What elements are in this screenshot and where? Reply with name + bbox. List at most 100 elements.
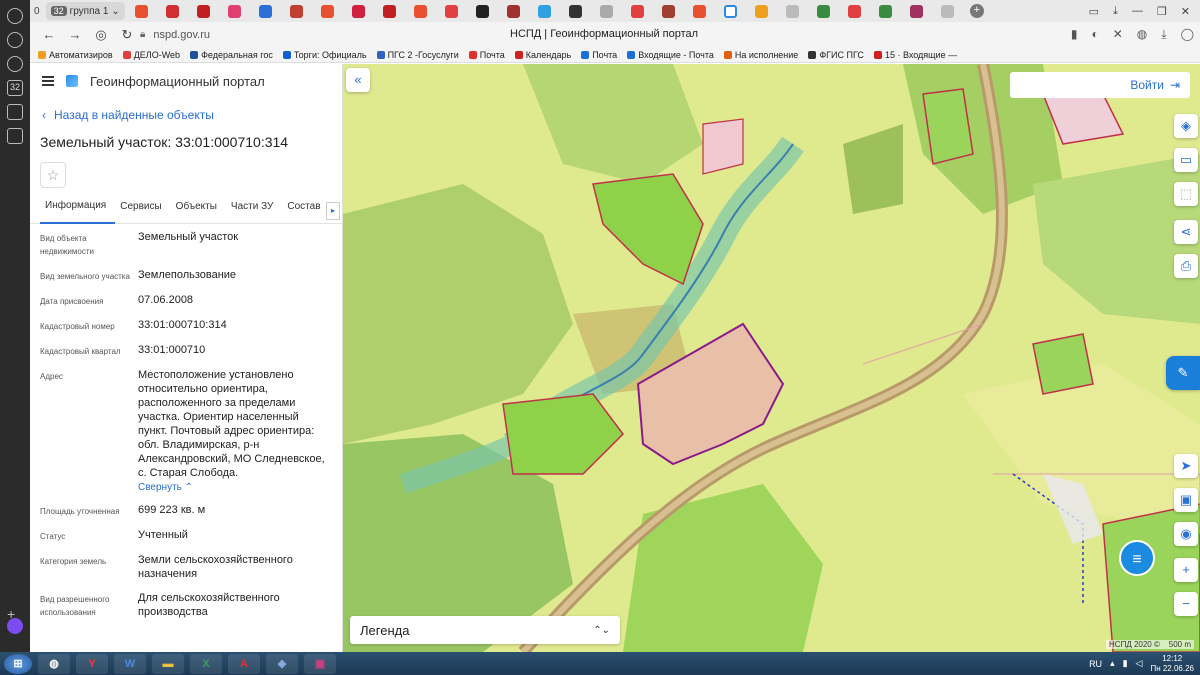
- tab-counter-icon[interactable]: 0: [34, 6, 40, 17]
- back-to-results-link[interactable]: ‹ Назад в найденные объекты: [42, 108, 342, 122]
- bookmark-item[interactable]: Календарь: [514, 50, 571, 60]
- tab-favicon[interactable]: [506, 4, 520, 18]
- yandex-browser-icon[interactable]: Y: [76, 653, 108, 674]
- tab-favicon[interactable]: [909, 4, 923, 18]
- tab-favicon[interactable]: [785, 4, 799, 18]
- basemap-icon[interactable]: ▣: [1174, 488, 1198, 512]
- tab-services[interactable]: Сервисы: [115, 198, 170, 224]
- tab-favicon[interactable]: [196, 4, 210, 18]
- collapse-link[interactable]: Свернуть ⌃: [138, 482, 328, 493]
- start-button[interactable]: ⊞: [4, 653, 32, 674]
- apps-icon[interactable]: [7, 104, 23, 120]
- tab-favicon[interactable]: [816, 4, 830, 18]
- tab-composition[interactable]: Состав: [282, 198, 329, 224]
- excel-icon[interactable]: X: [190, 653, 222, 674]
- alice-assistant-icon[interactable]: [7, 618, 23, 634]
- tab-favicon[interactable]: [134, 4, 148, 18]
- back-icon[interactable]: ←: [36, 27, 62, 42]
- clock[interactable]: 12:12 Пн 22.06.26: [1150, 654, 1194, 674]
- legend-dropdown[interactable]: Легенда ⌃⌄: [350, 616, 620, 644]
- zoom-in-button[interactable]: +: [1174, 558, 1198, 582]
- tab-favicon[interactable]: [444, 4, 458, 18]
- tab-favicon[interactable]: [289, 4, 303, 18]
- tab-group[interactable]: 32 группа 1 ⌄: [45, 2, 125, 20]
- bookmark-item[interactable]: ДЕЛО-Web: [122, 50, 180, 60]
- tab-objects[interactable]: Объекты: [171, 198, 226, 224]
- bookmark-item[interactable]: ПГС 2 -Госуслуги: [376, 50, 459, 60]
- profile-icon[interactable]: [7, 8, 23, 24]
- collapse-panel-button[interactable]: «: [346, 68, 370, 92]
- tab-favicon[interactable]: [847, 4, 861, 18]
- geolocation-icon[interactable]: ➤: [1174, 454, 1198, 478]
- save-app-icon[interactable]: ▣: [304, 653, 336, 674]
- share-icon[interactable]: ⋖: [1174, 220, 1198, 244]
- profile-icon[interactable]: ◯: [1181, 27, 1194, 42]
- volume-icon[interactable]: ◁: [1136, 658, 1143, 669]
- language-indicator[interactable]: RU: [1089, 659, 1102, 669]
- tab-favicon[interactable]: [537, 4, 551, 18]
- bookmark-item[interactable]: Автоматизиров: [38, 50, 113, 60]
- downloads-icon[interactable]: ⤓: [1113, 5, 1118, 18]
- pdf-reader-icon[interactable]: A: [228, 653, 260, 674]
- tab-favicon[interactable]: [661, 4, 675, 18]
- tab-favicon[interactable]: [754, 4, 768, 18]
- extension-icon[interactable]: ◍: [1137, 27, 1147, 42]
- ruler-icon[interactable]: ▭: [1174, 148, 1198, 172]
- tab-favicon-active[interactable]: [723, 4, 737, 18]
- tab-favicon[interactable]: [351, 4, 365, 18]
- tab-favicon[interactable]: [227, 4, 241, 18]
- reload-icon[interactable]: ↻: [114, 27, 140, 43]
- network-app-icon[interactable]: ◈: [266, 653, 298, 674]
- tabs-count-icon[interactable]: 32: [7, 80, 23, 96]
- layers-icon[interactable]: ◈: [1174, 114, 1198, 138]
- forward-icon[interactable]: →: [62, 27, 88, 42]
- tray-arrow-icon[interactable]: ▴: [1110, 658, 1115, 669]
- tabs-scroll-right-icon[interactable]: ▸: [326, 202, 340, 220]
- tab-favicon[interactable]: [413, 4, 427, 18]
- favorite-star-icon[interactable]: ☆: [40, 162, 66, 188]
- bookmark-item[interactable]: ФГИС ПГС: [808, 50, 864, 60]
- tab-favicon[interactable]: [940, 4, 954, 18]
- feedback-icon[interactable]: ✎: [1166, 356, 1200, 390]
- tab-list-icon[interactable]: ▭: [1089, 5, 1099, 18]
- tab-favicon[interactable]: [599, 4, 613, 18]
- bookmark-item[interactable]: Входящие - Почта: [627, 50, 714, 60]
- select-area-icon[interactable]: ⬚: [1174, 182, 1198, 206]
- extension-icon[interactable]: ✕: [1113, 27, 1123, 42]
- maximize-icon[interactable]: ❐: [1157, 5, 1167, 18]
- collections-icon[interactable]: [7, 128, 23, 144]
- chrome-icon[interactable]: ◍: [38, 653, 70, 674]
- print-icon[interactable]: ⎙: [1174, 254, 1198, 278]
- bookmark-item[interactable]: На исполнение: [723, 50, 798, 60]
- new-tab-button[interactable]: +: [969, 4, 984, 18]
- play-icon[interactable]: [7, 56, 23, 72]
- bookmark-item[interactable]: Почта: [581, 50, 617, 60]
- minimize-icon[interactable]: —: [1132, 5, 1143, 18]
- tab-favicon[interactable]: [878, 4, 892, 18]
- tab-favicon[interactable]: [568, 4, 582, 18]
- protect-icon[interactable]: ◎: [88, 27, 114, 43]
- chat-icon[interactable]: ≡: [1119, 540, 1155, 576]
- tab-favicon[interactable]: [320, 4, 334, 18]
- network-icon[interactable]: ▮: [1123, 658, 1128, 669]
- word-icon[interactable]: W: [114, 653, 146, 674]
- url-field[interactable]: nspd.gov.ru: [153, 29, 210, 41]
- map-canvas[interactable]: [343, 64, 1200, 652]
- download-icon[interactable]: ⤓: [1161, 27, 1166, 42]
- bookmark-icon[interactable]: ▮: [1071, 27, 1078, 42]
- bookmark-item[interactable]: Торги: Официаль: [282, 50, 367, 60]
- location-pin-icon[interactable]: ◉: [1174, 522, 1198, 546]
- login-button[interactable]: Войти ⇥: [1010, 72, 1190, 98]
- bookmark-item[interactable]: Почта: [468, 50, 505, 60]
- bookmark-item[interactable]: Федеральная гос: [190, 50, 273, 60]
- bookmark-item[interactable]: 15 · Входящие —: [873, 50, 957, 60]
- file-explorer-icon[interactable]: ▬: [152, 653, 184, 674]
- tab-favicon[interactable]: [692, 4, 706, 18]
- tab-favicon[interactable]: [258, 4, 272, 18]
- history-icon[interactable]: [7, 32, 23, 48]
- tab-information[interactable]: Информация: [40, 198, 116, 224]
- zoom-out-button[interactable]: −: [1174, 592, 1198, 616]
- tab-favicon[interactable]: [630, 4, 644, 18]
- menu-icon[interactable]: [42, 76, 54, 86]
- tab-favicon[interactable]: [382, 4, 396, 18]
